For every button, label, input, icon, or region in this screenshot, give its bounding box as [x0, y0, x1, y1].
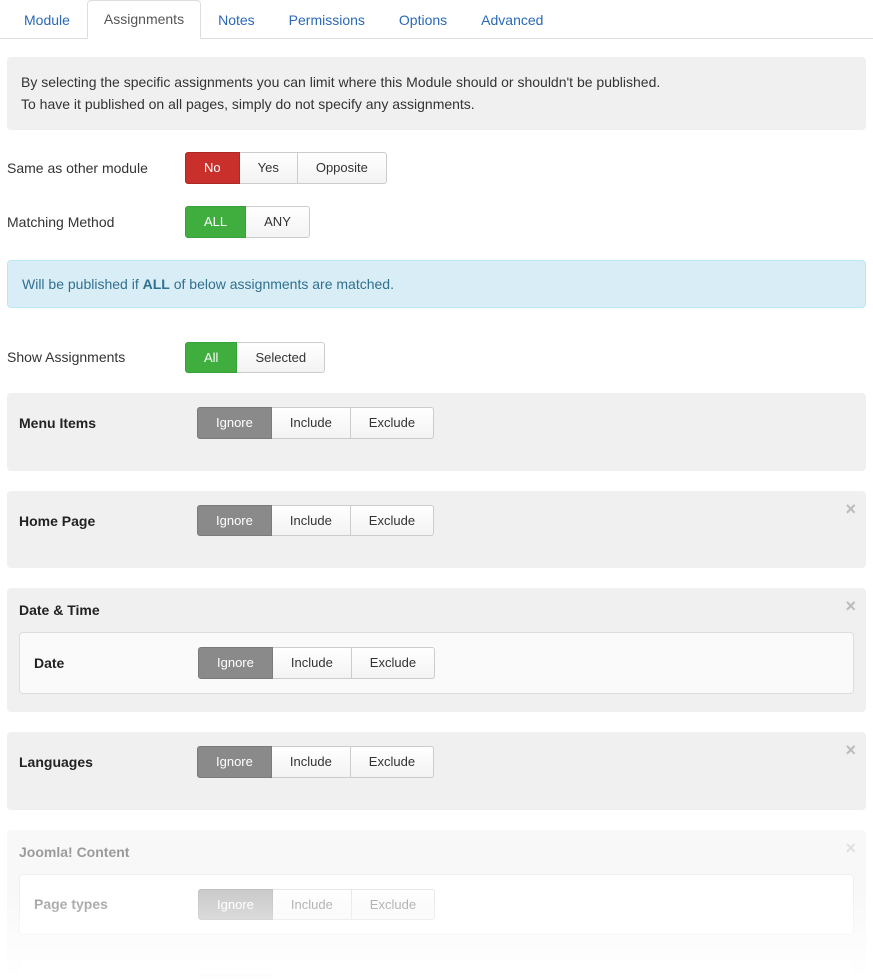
panel-languages-row: Languages Ignore Include Exclude — [19, 746, 854, 778]
same-as-other-yes[interactable]: Yes — [240, 152, 298, 184]
panel-menu-items-row: Menu Items Ignore Include Exclude — [19, 407, 854, 439]
subpanel-page-types-title: Page types — [34, 896, 198, 912]
page-types-iie: Ignore Include Exclude — [198, 889, 435, 921]
tab-module[interactable]: Module — [7, 1, 87, 39]
matching-info-prefix: Will be published if — [22, 276, 143, 292]
subpanel-date: Date Ignore Include Exclude — [19, 632, 854, 694]
page-types-ignore[interactable]: Ignore — [198, 889, 273, 921]
panel-languages-title: Languages — [19, 754, 197, 770]
matching-info-bold: ALL — [143, 276, 170, 292]
categories-ignore[interactable]: Ignore — [198, 974, 273, 979]
panel-date-time-title: Date & Time — [19, 602, 854, 618]
categories-include[interactable]: Include — [273, 974, 352, 979]
same-as-other-row: Same as other module No Yes Opposite — [7, 152, 873, 184]
languages-exclude[interactable]: Exclude — [351, 746, 434, 778]
menu-items-exclude[interactable]: Exclude — [351, 407, 434, 439]
panel-joomla-content-title: Joomla! Content — [19, 844, 854, 860]
panel-date-time: × Date & Time Date Ignore Include Exclud… — [7, 588, 866, 712]
date-exclude[interactable]: Exclude — [352, 647, 435, 679]
panel-home-page-title: Home Page — [19, 513, 197, 529]
matching-method-label: Matching Method — [7, 214, 185, 230]
tab-permissions[interactable]: Permissions — [272, 1, 382, 39]
panel-home-page-row: Home Page Ignore Include Exclude — [19, 505, 854, 537]
tab-advanced[interactable]: Advanced — [464, 1, 560, 39]
menu-items-ignore[interactable]: Ignore — [197, 407, 272, 439]
show-assignments-toggle: All Selected — [185, 342, 325, 374]
date-ignore[interactable]: Ignore — [198, 647, 273, 679]
matching-info: Will be published if ALL of below assign… — [7, 260, 866, 308]
same-as-other-no[interactable]: No — [185, 152, 240, 184]
panel-menu-items-title: Menu Items — [19, 415, 197, 431]
subpanel-date-title: Date — [34, 655, 198, 671]
languages-iie: Ignore Include Exclude — [197, 746, 434, 778]
matching-method-any[interactable]: ANY — [246, 206, 310, 238]
subpanel-page-types: Page types Ignore Include Exclude — [19, 874, 854, 936]
show-assignments-label: Show Assignments — [7, 349, 185, 365]
intro-line-2: To have it published on all pages, simpl… — [21, 94, 852, 116]
menu-items-include[interactable]: Include — [272, 407, 351, 439]
same-as-other-label: Same as other module — [7, 160, 185, 176]
languages-ignore[interactable]: Ignore — [197, 746, 272, 778]
categories-exclude[interactable]: Exclude — [352, 974, 435, 979]
home-page-iie: Ignore Include Exclude — [197, 505, 434, 537]
tabs-bar: Module Assignments Notes Permissions Opt… — [0, 0, 873, 39]
same-as-other-toggle: No Yes Opposite — [185, 152, 387, 184]
close-icon[interactable]: × — [845, 838, 856, 859]
intro-line-1: By selecting the specific assignments yo… — [21, 72, 852, 94]
menu-items-iie: Ignore Include Exclude — [197, 407, 434, 439]
same-as-other-opposite[interactable]: Opposite — [298, 152, 387, 184]
home-page-exclude[interactable]: Exclude — [351, 505, 434, 537]
languages-include[interactable]: Include — [272, 746, 351, 778]
show-assignments-row: Show Assignments All Selected — [7, 342, 873, 374]
matching-method-all[interactable]: ALL — [185, 206, 246, 238]
panel-home-page: × Home Page Ignore Include Exclude — [7, 491, 866, 569]
close-icon[interactable]: × — [845, 740, 856, 761]
show-assignments-all[interactable]: All — [185, 342, 237, 374]
tab-options[interactable]: Options — [382, 1, 464, 39]
matching-method-row: Matching Method ALL ANY — [7, 206, 873, 238]
home-page-ignore[interactable]: Ignore — [197, 505, 272, 537]
matching-info-suffix: of below assignments are matched. — [170, 276, 394, 292]
subpanel-categories: Categories Ignore Include Exclude — [19, 959, 854, 979]
tab-assignments[interactable]: Assignments — [87, 0, 201, 39]
tab-notes[interactable]: Notes — [201, 1, 272, 39]
panel-joomla-content: × Joomla! Content Page types Ignore Incl… — [7, 830, 866, 979]
home-page-include[interactable]: Include — [272, 505, 351, 537]
date-include[interactable]: Include — [273, 647, 352, 679]
panel-languages: × Languages Ignore Include Exclude — [7, 732, 866, 810]
matching-method-toggle: ALL ANY — [185, 206, 310, 238]
page-types-include[interactable]: Include — [273, 889, 352, 921]
date-iie: Ignore Include Exclude — [198, 647, 435, 679]
show-assignments-selected[interactable]: Selected — [237, 342, 325, 374]
close-icon[interactable]: × — [845, 596, 856, 617]
categories-iie: Ignore Include Exclude — [198, 974, 435, 979]
close-icon[interactable]: × — [845, 499, 856, 520]
panel-menu-items: Menu Items Ignore Include Exclude — [7, 393, 866, 471]
intro-well: By selecting the specific assignments yo… — [7, 57, 866, 130]
page-types-exclude[interactable]: Exclude — [352, 889, 435, 921]
